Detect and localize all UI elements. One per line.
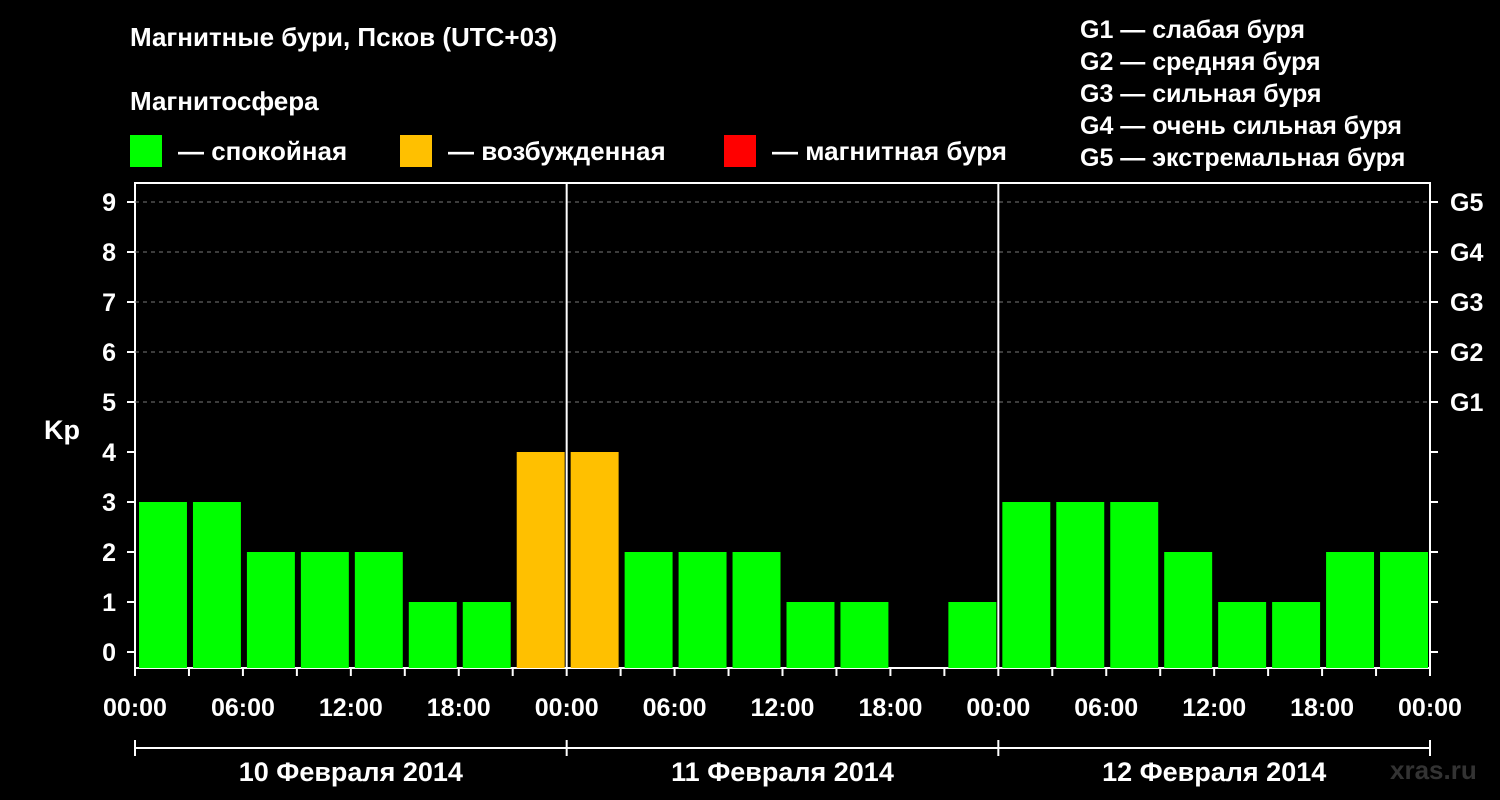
g-level-label: G2: [1450, 339, 1483, 367]
x-tick-label: 06:00: [1074, 694, 1138, 722]
kp-bar: [840, 602, 889, 668]
x-tick-label: 18:00: [858, 694, 922, 722]
kp-bar: [732, 552, 781, 668]
kp-bar: [192, 502, 241, 668]
kp-bar: [1272, 602, 1321, 668]
kp-bar: [139, 502, 187, 668]
kp-bar: [1326, 552, 1375, 668]
kp-bar: [570, 452, 619, 668]
kp-bar: [1164, 552, 1213, 668]
kp-bar-chart: 0 1 2 3 4 5 6 7 8 9 G1 G2 G3 G4 G5 Kp 00:00 06:00 12:00 18:…: [44, 182, 1483, 787]
kp-bar: [516, 452, 565, 668]
y-tick-label: 2: [102, 539, 116, 567]
x-tick-label: 00:00: [103, 694, 167, 722]
x-tick-label: 00:00: [1398, 694, 1462, 722]
x-tick-label: 06:00: [643, 694, 707, 722]
y-tick-label: 8: [102, 239, 116, 267]
y-tick-label: 6: [102, 339, 116, 367]
y-tick-label: 0: [102, 639, 116, 667]
x-tick-label: 18:00: [427, 694, 491, 722]
kp-bar: [246, 552, 295, 668]
kp-bar: [300, 552, 349, 668]
watermark: xras.ru: [1390, 755, 1477, 785]
x-tick-label: 00:00: [966, 694, 1030, 722]
x-tick-label: 12:00: [319, 694, 383, 722]
x-tick-label: 18:00: [1290, 694, 1354, 722]
kp-bar: [1002, 502, 1051, 668]
y-tick-label: 9: [102, 189, 116, 217]
y-tick-label: 1: [102, 589, 116, 617]
x-tick-label: 12:00: [751, 694, 815, 722]
y-axis-label: Kp: [44, 415, 80, 445]
g-level-label: G5: [1450, 189, 1483, 217]
g-level-label: G4: [1450, 239, 1483, 267]
day-label: 12 Февраля 2014: [1102, 757, 1326, 787]
kp-bar: [1110, 502, 1159, 668]
kp-bar: [678, 552, 727, 668]
y-tick-label: 4: [102, 439, 116, 467]
kp-bar: [354, 552, 403, 668]
kp-bar: [624, 552, 673, 668]
x-tick-label: 06:00: [211, 694, 275, 722]
kp-bar: [786, 602, 835, 668]
kp-bar: [1380, 552, 1428, 668]
y-tick-label: 7: [102, 289, 116, 317]
day-label: 11 Февраля 2014: [671, 757, 894, 787]
kp-bar: [948, 602, 997, 668]
x-tick-label: 00:00: [535, 694, 599, 722]
y-tick-label: 5: [102, 389, 116, 417]
g-level-label: G3: [1450, 289, 1483, 317]
x-tick-label: 12:00: [1182, 694, 1246, 722]
kp-bar: [1218, 602, 1267, 668]
kp-bar: [1056, 502, 1105, 668]
g-level-label: G1: [1450, 389, 1483, 417]
kp-bar: [408, 602, 457, 668]
y-tick-label: 3: [102, 489, 116, 517]
kp-bar: [462, 602, 511, 668]
day-label: 10 Февраля 2014: [239, 757, 463, 787]
